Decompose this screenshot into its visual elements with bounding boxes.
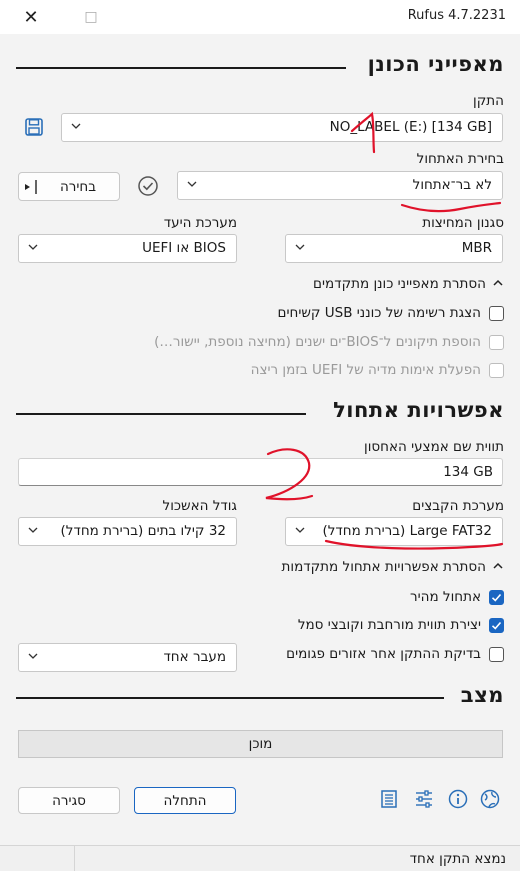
handwritten-annotations <box>265 111 504 550</box>
annotation-underline-boot <box>400 201 502 213</box>
annotation-mark-2 <box>265 448 314 501</box>
annotation-mark-1 <box>350 111 376 154</box>
annotation-underline-filesystem <box>324 539 504 550</box>
